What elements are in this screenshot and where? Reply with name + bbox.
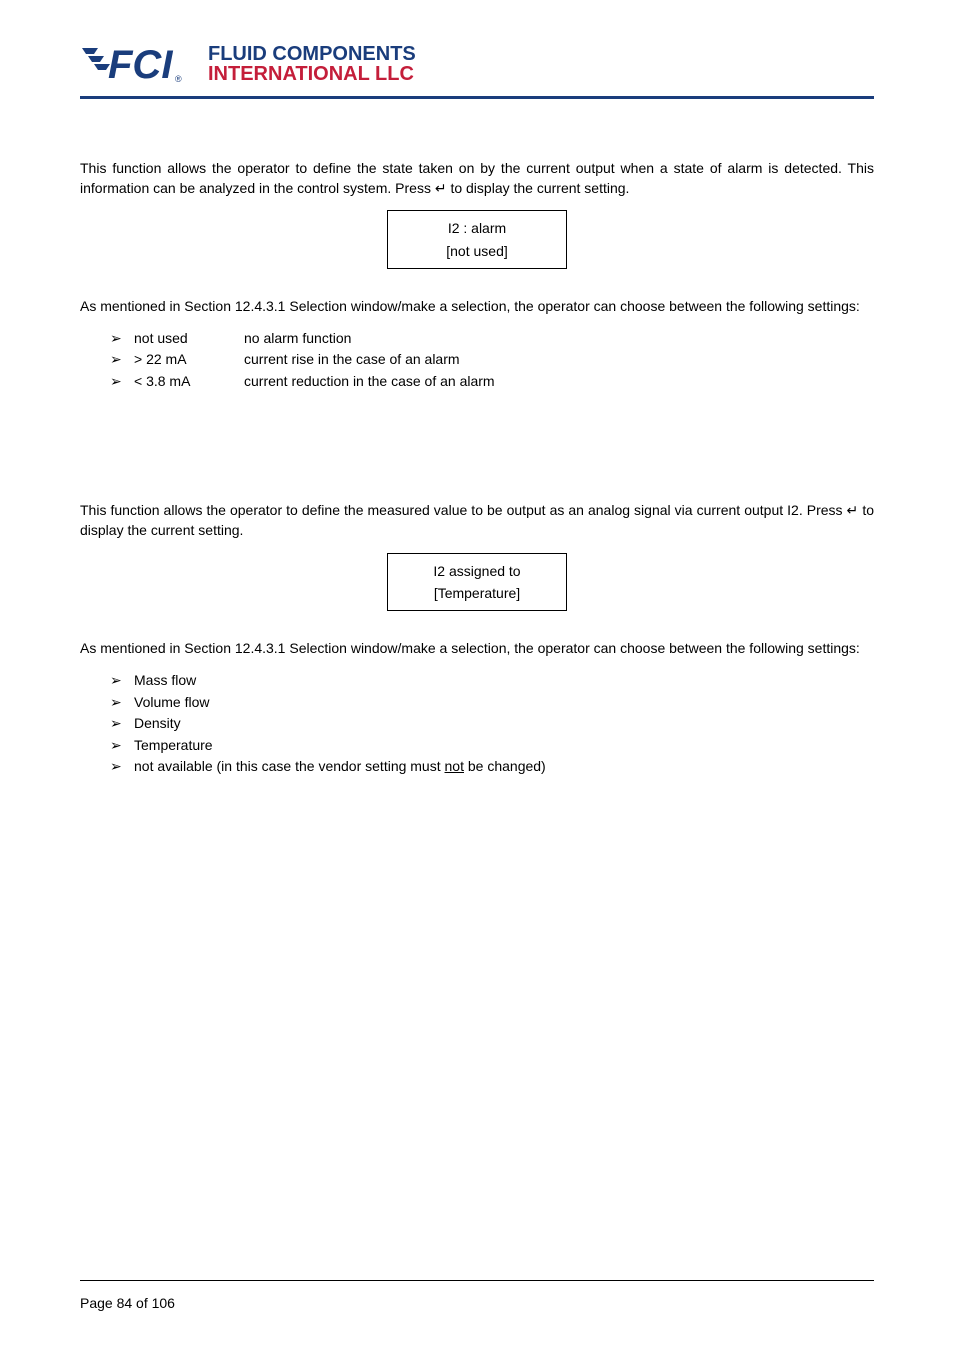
bullet-item: ➢ Density — [110, 714, 874, 734]
bullet-text-post: be changed) — [464, 758, 546, 774]
bullet-label: < 3.8 mA — [134, 372, 244, 392]
bullet-item: ➢ not available (in this case the vendor… — [110, 757, 874, 777]
bullet-text-pre: not available (in this case the vendor s… — [134, 758, 445, 774]
section2-para1: This function allows the operator to def… — [80, 501, 874, 540]
bullet-label: > 22 mA — [134, 350, 244, 370]
bullet-label: not used — [134, 329, 244, 349]
footer-divider — [80, 1280, 874, 1281]
section2-para2: As mentioned in Section 12.4.3.1 Selecti… — [80, 639, 874, 659]
header-logo: FCI ® FLUID COMPONENTS INTERNATIONAL LLC — [80, 40, 874, 88]
bullet-item: ➢ Temperature — [110, 736, 874, 756]
display-box1-line1: I2 : alarm — [388, 217, 566, 239]
bullet-arrow-icon: ➢ — [110, 372, 134, 392]
bullet-item: ➢ < 3.8 mA current reduction in the case… — [110, 372, 874, 392]
bullet-desc: current reduction in the case of an alar… — [244, 372, 874, 392]
bullet-text: Density — [134, 714, 181, 734]
svg-text:®: ® — [175, 74, 182, 84]
logo-text-line2: INTERNATIONAL LLC — [208, 64, 416, 84]
section1-para1: This function allows the operator to def… — [80, 159, 874, 198]
fci-logo-icon: FCI ® — [80, 40, 200, 88]
bullet-text-underline: not — [445, 758, 464, 774]
bullet-item: ➢ Volume flow — [110, 693, 874, 713]
display-box1-line2: [not used] — [388, 240, 566, 262]
bullet-item: ➢ > 22 mA current rise in the case of an… — [110, 350, 874, 370]
bullet-desc: no alarm function — [244, 329, 874, 349]
display-box2-line1: I2 assigned to — [388, 560, 566, 582]
bullet-arrow-icon: ➢ — [110, 736, 134, 756]
bullet-text: Temperature — [134, 736, 213, 756]
bullet-arrow-icon: ➢ — [110, 714, 134, 734]
bullet-arrow-icon: ➢ — [110, 693, 134, 713]
main-content: This function allows the operator to def… — [80, 159, 874, 777]
bullet-arrow-icon: ➢ — [110, 671, 134, 691]
page-number: Page 84 of 106 — [80, 1295, 175, 1311]
logo-text-line1: FLUID COMPONENTS — [208, 44, 416, 64]
section1-para2: As mentioned in Section 12.4.3.1 Selecti… — [80, 297, 874, 317]
display-box-1: I2 : alarm [not used] — [387, 210, 567, 269]
section1-bullets: ➢ not used no alarm function ➢ > 22 mA c… — [110, 329, 874, 392]
bullet-text: Volume flow — [134, 693, 209, 713]
bullet-text: Mass flow — [134, 671, 196, 691]
bullet-arrow-icon: ➢ — [110, 329, 134, 349]
display-box2-line2: [Temperature] — [388, 582, 566, 604]
display-box-2: I2 assigned to [Temperature] — [387, 553, 567, 612]
bullet-arrow-icon: ➢ — [110, 350, 134, 370]
bullet-text: not available (in this case the vendor s… — [134, 757, 546, 777]
bullet-arrow-icon: ➢ — [110, 757, 134, 777]
section2-bullets: ➢ Mass flow ➢ Volume flow ➢ Density ➢ Te… — [110, 671, 874, 777]
header-divider — [80, 96, 874, 99]
bullet-item: ➢ Mass flow — [110, 671, 874, 691]
bullet-desc: current rise in the case of an alarm — [244, 350, 874, 370]
bullet-item: ➢ not used no alarm function — [110, 329, 874, 349]
svg-text:FCI: FCI — [108, 43, 173, 87]
